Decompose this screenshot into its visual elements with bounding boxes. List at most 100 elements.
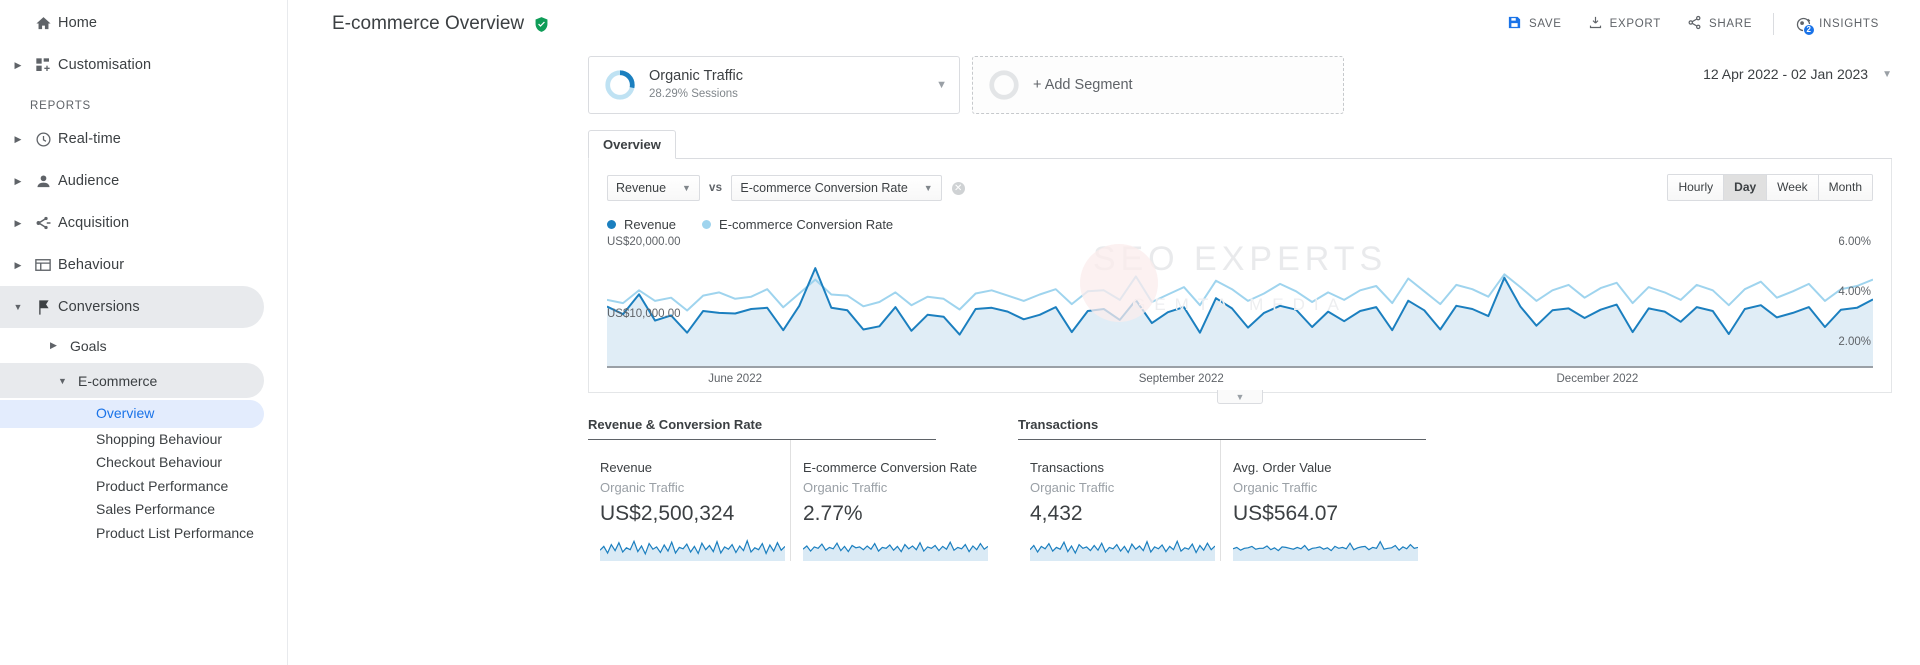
card-title: Revenue — [600, 460, 653, 475]
sparkline-transactions — [1030, 539, 1215, 561]
left-axis-label-top: US$20,000.00 — [607, 236, 681, 248]
sidebar-item-ecommerce[interactable]: ▼ E-commerce — [0, 363, 264, 398]
sidebar-item-sales-performance[interactable]: Sales Performance — [0, 498, 264, 522]
date-range-picker[interactable]: 12 Apr 2022 - 02 Jan 2023 ▼ — [1703, 66, 1892, 82]
chevron-down-icon: ▼ — [58, 375, 67, 386]
metric-card-transactions[interactable]: Transactions Organic Traffic 4,432 — [1018, 440, 1221, 561]
chevron-down-icon: ▼ — [1882, 68, 1892, 80]
sparkline-conversion-rate — [803, 540, 988, 561]
top-toolbar: E-commerce Overview SAVE EXPORT SHARE 2 … — [288, 0, 1920, 48]
primary-metric-select[interactable]: Revenue ▼ — [607, 175, 700, 201]
primary-metric-label: Revenue — [616, 181, 667, 195]
card-row: Revenue Organic Traffic US$2,500,324 E-c… — [588, 440, 994, 561]
empty-donut-icon — [987, 68, 1021, 102]
sidebar-subitem-label: E-commerce — [78, 372, 158, 389]
main-line-chart[interactable] — [607, 238, 1873, 366]
sidebar-item-label: Acquisition — [58, 215, 130, 231]
granularity-hourly[interactable]: Hourly — [1668, 175, 1725, 200]
save-label: SAVE — [1529, 18, 1562, 30]
sidebar-item-goals[interactable]: ▶ Goals — [0, 328, 264, 363]
insights-badge: 2 — [1803, 23, 1816, 36]
chevron-right-icon: ▶ — [14, 59, 22, 70]
segment-text: Organic Traffic 28.29% Sessions — [649, 68, 743, 102]
share-icon — [1687, 15, 1702, 33]
insights-icon: 2 — [1795, 16, 1816, 36]
add-segment-button[interactable]: + Add Segment — [972, 56, 1344, 114]
sidebar-subitem-label: Goals — [70, 337, 107, 354]
sidebar-item-checkout-behaviour[interactable]: Checkout Behaviour — [0, 451, 264, 475]
right-axis-label-1: 6.00% — [1838, 236, 1871, 248]
chevron-down-icon: ▼ — [682, 183, 691, 193]
sparkline-revenue — [600, 539, 785, 561]
secondary-metric-label: E-commerce Conversion Rate — [740, 181, 908, 195]
insights-label: INSIGHTS — [1819, 18, 1879, 30]
chevron-right-icon: ▶ — [14, 175, 22, 186]
export-icon — [1588, 15, 1603, 33]
chevron-down-icon[interactable]: ▼ — [936, 79, 947, 91]
sidebar-item-label: Home — [58, 15, 98, 31]
chevron-right-icon: ▶ — [50, 340, 57, 350]
clock-icon — [28, 131, 58, 148]
card-title: Transactions — [1030, 460, 1104, 475]
page-title-text: E-commerce Overview — [332, 13, 525, 34]
flag-icon — [28, 299, 58, 316]
export-button[interactable]: EXPORT — [1575, 7, 1674, 41]
behaviour-icon — [28, 256, 58, 274]
chart-x-axis: June 2022 September 2022 December 2022 ▼ — [607, 366, 1873, 404]
legend-dot-conversion-rate — [702, 220, 712, 229]
segment-list: Organic Traffic 28.29% Sessions ▼ + Add … — [588, 56, 1344, 114]
x-tick-label: June 2022 — [708, 373, 762, 385]
sidebar-item-label: Customisation — [58, 57, 152, 73]
sidebar-item-customisation[interactable]: ▶ Customisation — [0, 44, 287, 86]
chevron-right-icon: ▶ — [14, 217, 22, 228]
group-transactions: Transactions Transactions Organic Traffi… — [1018, 417, 1426, 561]
main-content: E-commerce Overview SAVE EXPORT SHARE 2 … — [288, 0, 1920, 665]
sidebar-item-behaviour[interactable]: ▶ Behaviour — [0, 244, 287, 286]
granularity-week[interactable]: Week — [1767, 175, 1819, 200]
card-value: US$2,500,324 — [600, 502, 735, 525]
sidebar-item-real-time[interactable]: ▶ Real-time — [0, 118, 287, 160]
chart-legend: Revenue E-commerce Conversion Rate — [589, 205, 1891, 232]
card-segment: Organic Traffic — [1233, 480, 1318, 495]
secondary-metric-select[interactable]: E-commerce Conversion Rate ▼ — [731, 175, 942, 201]
legend-item-revenue[interactable]: Revenue — [607, 217, 676, 232]
chart-panel: Revenue ▼ vs E-commerce Conversion Rate … — [588, 159, 1892, 404]
granularity-month[interactable]: Month — [1818, 175, 1872, 200]
card-value: US$564.07 — [1233, 502, 1339, 525]
legend-item-conversion-rate[interactable]: E-commerce Conversion Rate — [702, 217, 893, 232]
export-label: EXPORT — [1609, 18, 1661, 30]
sidebar-item-label: Audience — [58, 173, 120, 189]
sidebar-item-home[interactable]: Home — [0, 2, 287, 44]
sparkline-avg-order-value — [1233, 540, 1418, 561]
metric-card-revenue[interactable]: Revenue Organic Traffic US$2,500,324 — [588, 440, 791, 561]
person-icon — [28, 173, 58, 190]
analytics-app: Home ▶ Customisation REPORTS ▶ Real-time… — [0, 0, 1920, 665]
left-sidebar: Home ▶ Customisation REPORTS ▶ Real-time… — [0, 0, 288, 665]
sidebar-item-product-performance[interactable]: Product Performance — [0, 475, 264, 499]
collapse-chart-button[interactable]: ▼ — [1217, 390, 1263, 404]
green-shield-check-icon — [533, 16, 550, 33]
metric-card-conversion-rate[interactable]: E-commerce Conversion Rate Organic Traff… — [791, 440, 994, 561]
sidebar-item-shopping-behaviour[interactable]: Shopping Behaviour — [0, 428, 264, 452]
save-button[interactable]: SAVE — [1494, 7, 1575, 41]
metric-card-avg-order-value[interactable]: Avg. Order Value Organic Traffic US$564.… — [1221, 440, 1424, 561]
tab-overview[interactable]: Overview — [588, 130, 676, 159]
sidebar-item-product-list-performance[interactable]: Product List Performance — [0, 522, 264, 546]
group-title: Revenue & Conversion Rate — [588, 417, 936, 440]
card-title: Avg. Order Value — [1233, 460, 1332, 475]
sidebar-item-acquisition[interactable]: ▶ Acquisition — [0, 202, 287, 244]
customisation-icon — [28, 57, 58, 73]
segment-organic-traffic[interactable]: Organic Traffic 28.29% Sessions ▼ — [588, 56, 960, 114]
close-circle-icon[interactable]: ✕ — [951, 181, 965, 195]
card-segment: Organic Traffic — [1030, 480, 1115, 495]
granularity-day[interactable]: Day — [1724, 175, 1768, 200]
date-range-value: 12 Apr 2022 - 02 Jan 2023 — [1703, 66, 1869, 82]
sidebar-item-conversions[interactable]: ▼ Conversions — [0, 286, 264, 328]
left-axis-label-mid: US$10,000.00 — [607, 308, 681, 320]
segment-bar: Organic Traffic 28.29% Sessions ▼ + Add … — [288, 48, 1920, 114]
insights-button[interactable]: 2 INSIGHTS — [1782, 7, 1892, 41]
share-button[interactable]: SHARE — [1674, 7, 1765, 41]
sidebar-item-overview[interactable]: Overview — [0, 400, 264, 428]
sidebar-item-audience[interactable]: ▶ Audience — [0, 160, 287, 202]
right-axis-label-3: 2.00% — [1838, 336, 1871, 348]
